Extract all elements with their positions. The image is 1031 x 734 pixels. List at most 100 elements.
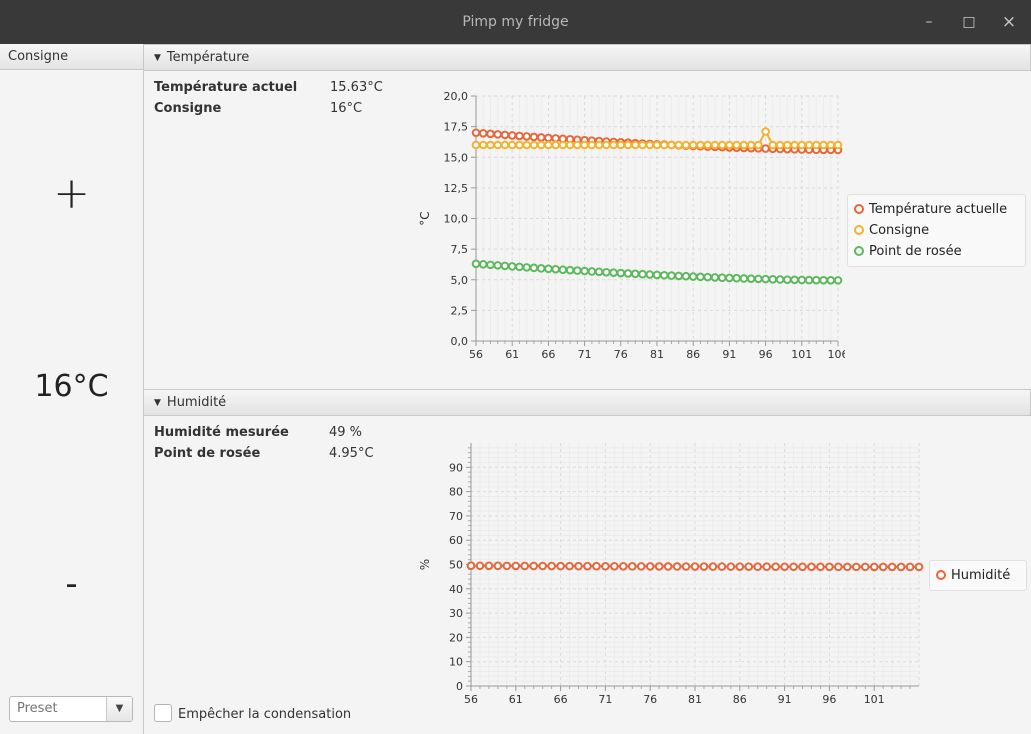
data-point [515, 140, 524, 150]
data-point [573, 266, 582, 275]
preset-input[interactable] [10, 697, 109, 719]
y-tick-label: 20,0 [444, 90, 469, 103]
x-tick-label: 101 [791, 348, 812, 361]
data-point [478, 140, 488, 150]
maximize-icon[interactable]: □ [960, 13, 978, 31]
data-point [493, 140, 503, 150]
data-point [819, 140, 828, 150]
data-point [717, 562, 727, 571]
data-point [645, 270, 655, 279]
data-point [536, 140, 546, 150]
x-tick-label: 81 [650, 348, 664, 361]
data-point [674, 140, 684, 150]
data-point [708, 562, 718, 571]
x-tick-label: 56 [464, 693, 478, 706]
prevent-condensation-checkbox[interactable]: Empêcher la condensation [154, 704, 351, 724]
chevron-down-icon[interactable]: ▼ [106, 697, 132, 721]
data-point [663, 562, 673, 571]
title-bar: Pimp my fridge – □ × [0, 0, 1031, 45]
data-point [573, 140, 582, 150]
legend-marker-icon [854, 225, 864, 235]
data-point [471, 140, 481, 150]
x-tick-label: 91 [722, 348, 736, 361]
x-tick-label: 56 [469, 348, 483, 361]
x-tick-label: 71 [578, 348, 592, 361]
data-point [703, 140, 712, 150]
legend-item: Consigne [854, 220, 1019, 241]
x-tick-label: 81 [688, 693, 702, 706]
data-point [783, 275, 792, 284]
data-point [688, 140, 698, 150]
data-point [833, 276, 843, 285]
data-point [652, 140, 662, 150]
current-temperature-value: 15.63°C [330, 80, 383, 95]
data-point [807, 562, 816, 572]
y-tick-label: 60 [449, 534, 463, 547]
data-point [659, 270, 669, 280]
data-point [574, 561, 583, 571]
data-point [486, 260, 495, 270]
data-point [475, 561, 485, 571]
y-tick-label: 15,0 [444, 151, 469, 164]
data-point [797, 275, 807, 285]
decrease-setpoint-button[interactable]: - [0, 564, 143, 604]
data-point [609, 140, 618, 150]
data-point [636, 562, 646, 571]
data-point [515, 262, 524, 272]
checkbox-box[interactable] [154, 704, 172, 722]
data-point [768, 140, 778, 150]
data-point [466, 561, 476, 571]
data-point [869, 562, 879, 572]
close-icon[interactable]: × [1000, 13, 1018, 31]
legend-label: Température actuelle [869, 202, 1008, 217]
data-point [507, 131, 517, 140]
y-tick-label: 70 [449, 510, 463, 523]
increase-setpoint-button[interactable]: + [0, 169, 143, 219]
data-point [753, 562, 763, 571]
data-point [732, 273, 741, 283]
data-point [580, 266, 589, 276]
data-point [914, 562, 924, 572]
data-point [761, 127, 770, 136]
legend-label: Humidité [951, 568, 1011, 583]
x-tick-label: 86 [733, 693, 747, 706]
y-tick-label: 30 [449, 607, 463, 620]
data-point [587, 140, 597, 150]
data-point [493, 561, 503, 571]
data-point [775, 140, 785, 150]
data-point [843, 562, 852, 572]
y-tick-label: 40 [449, 583, 463, 596]
data-point [725, 273, 734, 283]
setpoint-readout: 16°C [330, 101, 363, 116]
y-tick-label: 7,5 [451, 243, 469, 256]
y-tick-label: 90 [449, 461, 463, 474]
dew-point-label: Point de rosée [154, 446, 261, 461]
legend-label: Consigne [869, 223, 930, 238]
legend-item: Température actuelle [854, 199, 1019, 220]
data-point [536, 133, 546, 142]
data-point [768, 274, 778, 284]
data-point [544, 133, 553, 143]
minimize-icon[interactable]: – [920, 13, 938, 31]
x-tick-label: 71 [598, 693, 612, 706]
humidity-pane-header[interactable]: ▼ Humidité [144, 389, 1031, 416]
x-tick-label: 101 [864, 693, 885, 706]
temperature-pane-header[interactable]: ▼ Température [144, 44, 1031, 71]
legend-marker-icon [936, 570, 946, 580]
data-point [696, 272, 705, 282]
dew-point-value: 4.95°C [329, 446, 374, 461]
data-point [638, 269, 647, 279]
y-tick-label: 0 [456, 680, 463, 693]
preset-combobox[interactable]: ▼ [9, 696, 133, 722]
data-point [583, 561, 592, 571]
data-point [551, 264, 560, 274]
temperature-pane-title: Température [166, 50, 250, 65]
data-point [602, 267, 611, 277]
data-point [878, 562, 888, 572]
expand-triangle-icon: ▼ [154, 398, 161, 408]
x-tick-label: 106 [828, 348, 846, 361]
data-point [887, 562, 897, 572]
data-point [652, 270, 662, 280]
data-point [493, 261, 503, 270]
x-tick-label: 61 [509, 693, 523, 706]
